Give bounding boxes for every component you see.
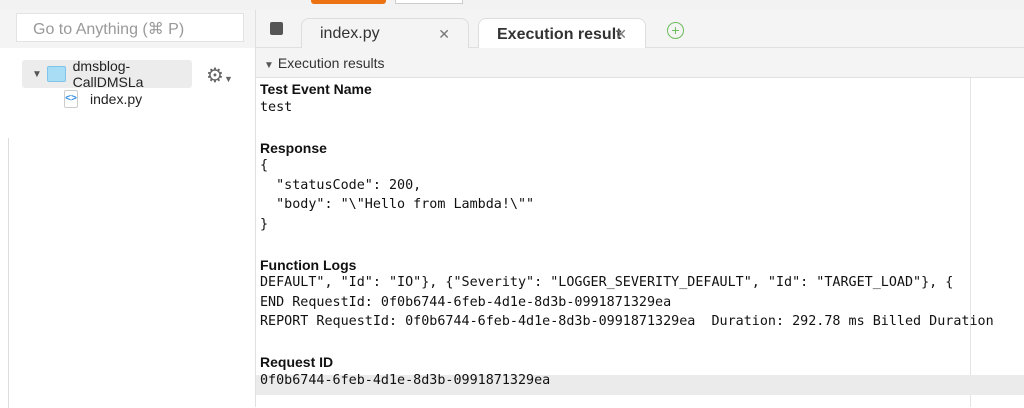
tab-label: index.py: [320, 25, 380, 42]
tree-folder[interactable]: ▼ dmsblog-CallDMSLa: [22, 58, 192, 90]
log-line: DEFAULT", "Id": "IO"}, {"Severity": "LOG…: [260, 275, 954, 290]
add-tab-icon[interactable]: +: [667, 22, 684, 39]
toolbar-button[interactable]: [395, 0, 463, 4]
response-line: "body": "\"Hello from Lambda!\"": [260, 197, 535, 212]
test-event-value: test: [260, 99, 293, 115]
response-label: Response: [260, 139, 327, 156]
tab-execution-results[interactable]: Execution results ✕: [478, 18, 646, 50]
sidebar: Go to Anything (⌘ P) ▼ dmsblog-CallDMSLa…: [0, 10, 255, 408]
test-event-label: Test Event Name: [260, 81, 372, 97]
deploy-button[interactable]: [311, 0, 386, 4]
request-id-value[interactable]: 0f0b6744-6feb-4d1e-8d3b-0991871329ea: [260, 371, 1024, 391]
python-file-icon: <>: [64, 90, 78, 108]
divider: [8, 138, 9, 408]
execution-results-header[interactable]: ▼ Execution results: [256, 48, 1024, 78]
caret-down-icon[interactable]: ▼: [32, 69, 42, 80]
top-toolbar: [0, 0, 1024, 10]
caret-down-icon: ▼: [264, 60, 274, 71]
close-icon[interactable]: ✕: [438, 26, 450, 43]
section-title: Execution results: [277, 55, 385, 71]
log-line: REPORT RequestId: 0f0b6744-6feb-4d1e-8d3…: [260, 314, 994, 329]
results-content: Test Event Name test Response { "statusC…: [256, 78, 1024, 407]
tree-file[interactable]: <> index.py: [64, 90, 142, 108]
tab-label: Execution results: [497, 25, 622, 43]
response-line: {: [260, 158, 269, 173]
file-tree: ▼ dmsblog-CallDMSLa ⚙▼ <> index.py: [0, 48, 255, 408]
function-logs-label: Function Logs: [260, 256, 357, 273]
tab-menu-icon[interactable]: [270, 22, 283, 35]
gear-icon[interactable]: ⚙▼: [206, 63, 233, 88]
folder-icon: [46, 66, 66, 82]
go-to-anything-input[interactable]: Go to Anything (⌘ P): [16, 13, 244, 42]
tab-bar: index.py ✕ Execution results ✕ +: [256, 10, 1024, 50]
log-line: END RequestId: 0f0b6744-6feb-4d1e-8d3b-0…: [260, 294, 672, 310]
close-icon[interactable]: ✕: [615, 26, 627, 43]
editor-pane: index.py ✕ Execution results ✕ + ▼ Execut…: [255, 10, 1024, 407]
folder-label: dmsblog-CallDMSLa: [72, 58, 144, 90]
tab-index-py[interactable]: index.py ✕: [301, 18, 469, 49]
response-line: }: [260, 216, 269, 232]
response-line: "statusCode": 200,: [260, 177, 422, 193]
request-id-label: Request ID: [260, 354, 334, 370]
file-label: index.py: [90, 91, 143, 107]
